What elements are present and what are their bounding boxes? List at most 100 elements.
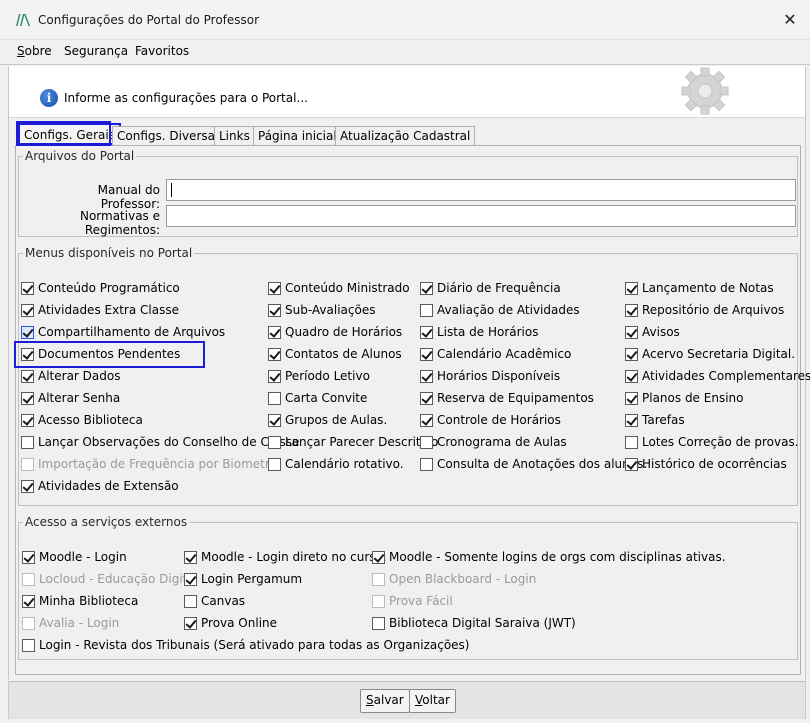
checkbox-box[interactable] — [21, 436, 34, 449]
checkbox-box[interactable] — [420, 370, 433, 383]
checkbox-box[interactable] — [268, 370, 281, 383]
gear-icon — [681, 67, 729, 115]
checkbox-box[interactable] — [372, 617, 385, 630]
checkbox-box[interactable] — [420, 436, 433, 449]
tab-label: Configs. Diversas — [117, 129, 222, 143]
externos-legend: Acesso a serviços externos — [25, 515, 188, 529]
checkbox-box[interactable] — [22, 639, 35, 652]
checkbox-label: Lotes Correção de provas. — [642, 435, 799, 449]
checkbox-box[interactable] — [21, 304, 34, 317]
checkbox-box[interactable] — [625, 392, 638, 405]
checkbox-box[interactable] — [268, 348, 281, 361]
checkbox-label: Alterar Dados — [38, 369, 121, 383]
menu-bar: Sobre Segurança Favoritos — [0, 40, 810, 65]
salvar-button[interactable]: Salvar — [360, 689, 410, 713]
checkbox-box[interactable] — [268, 282, 281, 295]
checkbox-label: Prova Fácil — [389, 594, 453, 608]
checkbox-label: Locloud - Educação Digital — [39, 572, 199, 586]
close-window-button[interactable]: ✕ — [770, 0, 810, 40]
checkbox-label: Avisos — [642, 325, 680, 339]
checkbox-box[interactable] — [268, 436, 281, 449]
checkbox-box[interactable] — [420, 326, 433, 339]
tab-label: Atualização Cadastral — [340, 129, 471, 143]
checkbox-box[interactable] — [268, 392, 281, 405]
checkbox-box[interactable] — [184, 551, 197, 564]
checkbox-box[interactable] — [625, 370, 638, 383]
checkbox-box[interactable] — [625, 282, 638, 295]
checkbox-label: Atividades de Extensão — [38, 479, 179, 493]
checkbox-label: Controle de Horários — [437, 413, 561, 427]
checkbox-label: Avalia - Login — [39, 616, 120, 630]
manual-field[interactable] — [166, 179, 796, 201]
checkbox-label: Compartilhamento de Arquivos — [38, 325, 226, 339]
checkbox-box[interactable] — [184, 617, 197, 630]
checkbox-box[interactable] — [420, 392, 433, 405]
checkbox-label: Canvas — [201, 594, 246, 608]
checkbox-box[interactable] — [268, 414, 281, 427]
checkbox-box[interactable] — [21, 392, 34, 405]
checkbox-box[interactable] — [268, 458, 281, 471]
checkbox-label: Alterar Senha — [38, 391, 121, 405]
normativas-label: Normativas e Regimentos: — [79, 209, 160, 237]
checkbox-box[interactable] — [22, 595, 35, 608]
checkbox-box[interactable] — [268, 304, 281, 317]
checkbox-box[interactable] — [22, 551, 35, 564]
normativas-field[interactable] — [166, 205, 796, 227]
checkbox-label: Login Pergamum — [201, 572, 303, 586]
checkbox-label: Lançar Observações do Conselho de Classe — [38, 435, 300, 449]
close-icon[interactable]: ✕ — [783, 10, 796, 29]
checkbox-label: Repositório de Arquivos — [642, 303, 785, 317]
menu-seguranca[interactable]: Segurança — [64, 44, 128, 58]
tab-pagina-inicial[interactable]: Página inicial — [253, 126, 342, 145]
tab-atualizacao-cadastral[interactable]: Atualização Cadastral — [335, 126, 476, 145]
manual-label: Manual do Professor: — [97, 183, 160, 211]
menus-legend: Menus disponíveis no Portal — [25, 246, 193, 260]
checkbox-box[interactable] — [625, 326, 638, 339]
checkbox-box[interactable] — [21, 370, 34, 383]
checkbox-box[interactable] — [21, 414, 34, 427]
checkbox-label: Carta Convite — [285, 391, 368, 405]
main-content: i Informe as configurações para o Portal… — [8, 66, 810, 680]
checkbox-box[interactable] — [625, 348, 638, 361]
checkbox-label: Conteúdo Ministrado — [285, 281, 410, 295]
checkbox-label: Diário de Frequência — [437, 281, 561, 295]
tab-links[interactable]: Links — [214, 126, 255, 145]
checkbox-box — [372, 595, 385, 608]
tab-label: Página inicial — [258, 129, 337, 143]
tab-label: Links — [219, 129, 250, 143]
checkbox-label: Open Blackboard - Login — [389, 572, 537, 586]
highlight-box-tab — [16, 121, 111, 146]
menu-sobre[interactable]: Sobre — [17, 44, 52, 58]
checkbox-box[interactable] — [420, 414, 433, 427]
checkbox-label: Lançar Parecer Descritivo — [285, 435, 439, 449]
checkbox-box[interactable] — [420, 458, 433, 471]
checkbox-box[interactable] — [372, 551, 385, 564]
checkbox-label: Acesso Biblioteca — [38, 413, 143, 427]
checkbox-label: Lista de Horários — [437, 325, 539, 339]
checkbox-box[interactable] — [268, 326, 281, 339]
checkbox-box[interactable] — [21, 282, 34, 295]
info-banner: i Informe as configurações para o Portal… — [9, 66, 805, 118]
checkbox-box[interactable] — [625, 414, 638, 427]
checkbox-label: Login - Revista dos Tribunais (Será ativ… — [39, 638, 470, 652]
checkbox-box[interactable] — [420, 282, 433, 295]
checkbox-label: Histórico de ocorrências — [642, 457, 787, 471]
voltar-button[interactable]: Voltar — [409, 689, 456, 713]
checkbox-box[interactable] — [625, 304, 638, 317]
menu-favoritos[interactable]: Favoritos — [135, 44, 189, 58]
checkbox-box[interactable] — [184, 595, 197, 608]
checkbox-box[interactable] — [420, 304, 433, 317]
checkbox-label: Prova Online — [201, 616, 278, 630]
checkbox-box[interactable] — [625, 436, 638, 449]
window-title: Configurações do Portal do Professor — [38, 13, 260, 27]
highlight-box-documentos — [14, 341, 205, 368]
checkbox-label: Lançamento de Notas — [642, 281, 774, 295]
tab-configs-diversas[interactable]: Configs. Diversas — [112, 126, 227, 145]
checkbox-box[interactable] — [21, 326, 34, 339]
checkbox-box[interactable] — [21, 480, 34, 493]
checkbox-label: Acervo Secretaria Digital. — [642, 347, 796, 361]
checkbox-box[interactable] — [184, 573, 197, 586]
checkbox-box[interactable] — [625, 458, 638, 471]
checkbox-label: Contatos de Alunos — [285, 347, 402, 361]
checkbox-box[interactable] — [420, 348, 433, 361]
